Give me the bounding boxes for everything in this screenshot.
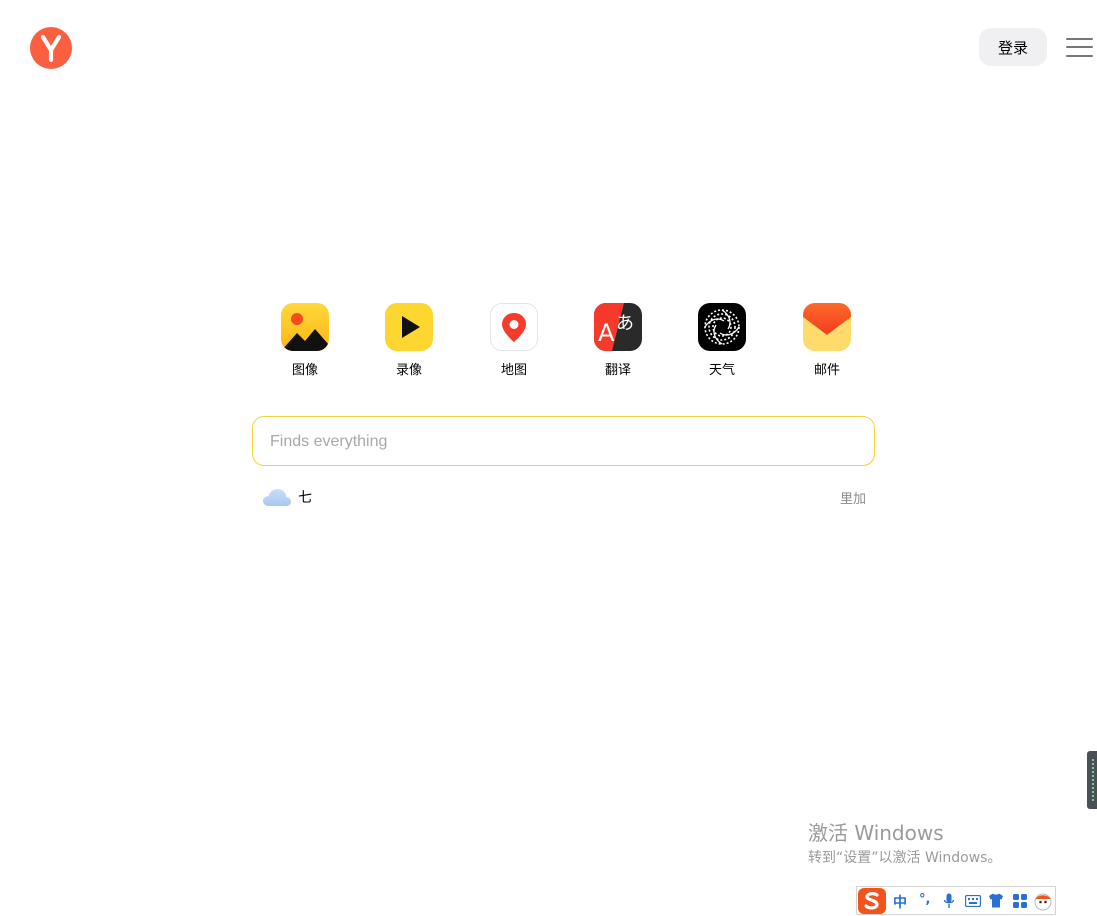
- map-pin-icon: [490, 303, 538, 351]
- service-images[interactable]: 图像: [275, 303, 335, 378]
- meter-bars: [1092, 759, 1094, 803]
- login-button[interactable]: 登录: [979, 28, 1047, 66]
- services-bar: 图像 录像 地图 A あ 翻译 天气 邮件: [278, 303, 856, 383]
- city-link[interactable]: 里加: [840, 488, 866, 507]
- mail-envelope-icon: [803, 303, 851, 351]
- cloud-icon: [263, 489, 291, 506]
- service-label: 图像: [291, 363, 318, 378]
- weather-widget[interactable]: 七: [262, 484, 312, 510]
- toolbox-grid-icon[interactable]: [1013, 894, 1027, 908]
- mascot-icon[interactable]: [1033, 891, 1053, 911]
- translate-icon: A あ: [594, 303, 642, 351]
- skin-shirt-icon[interactable]: [988, 893, 1004, 908]
- windows-activation-watermark: 激活 Windows 转到“设置”以激活 Windows。: [808, 820, 1001, 868]
- svg-text:あ: あ: [616, 313, 634, 334]
- search-input[interactable]: [268, 417, 862, 466]
- search-box[interactable]: [252, 416, 875, 466]
- service-label: 录像: [395, 363, 422, 378]
- weather-swirl-icon: [698, 303, 746, 351]
- weather-temperature: 七: [298, 490, 312, 506]
- keyboard-icon[interactable]: [965, 895, 981, 907]
- microphone-icon[interactable]: [943, 893, 955, 909]
- activation-subtitle: 转到“设置”以激活 Windows。: [808, 850, 1002, 866]
- ime-punctuation-toggle[interactable]: °,: [919, 892, 930, 907]
- service-weather[interactable]: 天气: [692, 303, 752, 378]
- sogou-logo-icon[interactable]: [857, 887, 887, 915]
- service-maps[interactable]: 地图: [484, 303, 544, 378]
- yandex-y-icon: [40, 34, 62, 63]
- hamburger-menu-icon[interactable]: [1066, 36, 1093, 58]
- service-mail[interactable]: 邮件: [797, 303, 857, 378]
- svg-text:A: A: [598, 319, 615, 347]
- service-label: 翻译: [604, 363, 631, 378]
- side-meter-widget[interactable]: [1087, 751, 1097, 809]
- video-play-icon: [385, 303, 433, 351]
- ime-toolbar[interactable]: 中 °,: [856, 886, 1056, 915]
- service-video[interactable]: 录像: [379, 303, 439, 378]
- service-label: 邮件: [813, 363, 840, 378]
- ime-mode-toggle[interactable]: 中: [893, 892, 907, 912]
- service-translate[interactable]: A あ 翻译: [588, 303, 648, 378]
- service-label: 天气: [708, 363, 735, 378]
- activation-title: 激活 Windows: [808, 821, 944, 845]
- yandex-logo[interactable]: [30, 27, 72, 69]
- service-label: 地图: [500, 363, 527, 378]
- images-icon: [281, 303, 329, 351]
